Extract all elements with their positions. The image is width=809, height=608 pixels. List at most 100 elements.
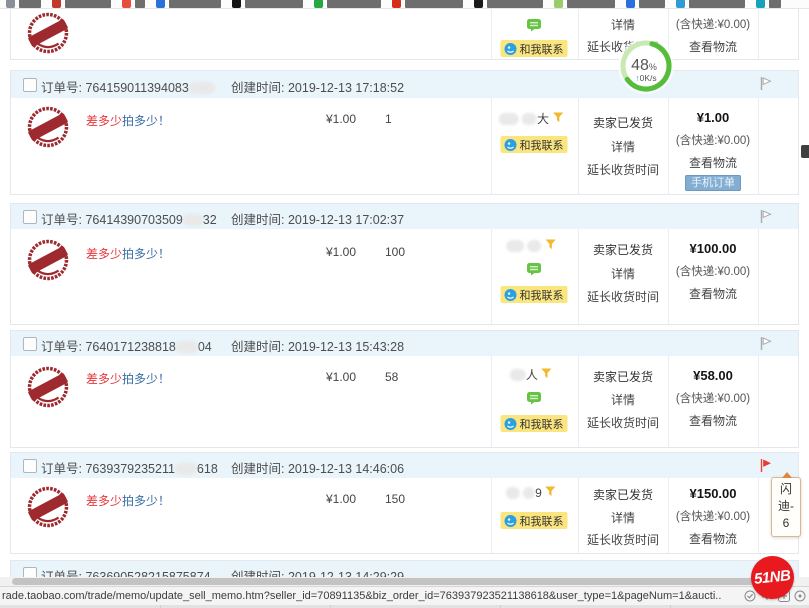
- created-label: 创建时间:: [231, 213, 284, 227]
- order-checkbox[interactable]: [23, 210, 37, 224]
- buyer-name[interactable]: 人: [510, 366, 552, 383]
- progress-percent: 48: [631, 57, 649, 74]
- extend-receipt-link[interactable]: 延长收货时间: [587, 414, 659, 431]
- bookmark-item[interactable]: [52, 0, 111, 9]
- contact-seller-button[interactable]: 和我联系: [501, 286, 568, 304]
- bookmark-item[interactable]: [314, 0, 381, 9]
- product-title[interactable]: 差多少拍多少！: [86, 492, 170, 509]
- chat-icon[interactable]: [526, 262, 542, 279]
- wangwang-icon: [505, 43, 517, 55]
- bookmark-favicon: [156, 0, 165, 8]
- bookmark-favicon: [554, 0, 563, 8]
- order-details-link[interactable]: 详情: [611, 265, 635, 282]
- product-title[interactable]: 差多少拍多少！: [86, 370, 170, 387]
- contact-label: 和我联系: [520, 416, 564, 432]
- contact-seller-button[interactable]: 和我联系: [501, 512, 568, 530]
- redacted-text: [183, 214, 203, 226]
- column-divider: [578, 8, 579, 59]
- bookmarks-bar[interactable]: [0, 0, 809, 9]
- mobile-order-badge: 手机订单: [685, 174, 741, 190]
- bookmark-item[interactable]: [474, 0, 543, 9]
- quantity: 58: [385, 370, 398, 384]
- security-check-icon[interactable]: [744, 590, 756, 605]
- redacted-text: [499, 113, 519, 125]
- percent-sign: %: [649, 62, 657, 72]
- extend-receipt-link[interactable]: 延长收货时间: [587, 161, 659, 178]
- chat-icon[interactable]: [526, 18, 542, 35]
- contact-seller-button[interactable]: 和我联系: [501, 415, 568, 433]
- bookmark-item[interactable]: [676, 0, 745, 9]
- view-logistics-link[interactable]: 查看物流: [689, 285, 737, 302]
- redacted-text: [523, 487, 535, 499]
- bookmark-item[interactable]: [232, 0, 303, 9]
- product-image[interactable]: [26, 484, 70, 533]
- bookmark-item[interactable]: [554, 0, 615, 9]
- bookmark-favicon: [392, 0, 401, 8]
- download-progress-overlay[interactable]: 48% ↑0K/s: [613, 33, 679, 102]
- order-no-label: 订单号:: [41, 462, 82, 476]
- 51nb-logo[interactable]: 51NB: [751, 556, 794, 599]
- filter-icon[interactable]: [552, 112, 563, 123]
- filter-icon[interactable]: [545, 486, 556, 497]
- flag-icon[interactable]: [759, 336, 772, 354]
- contact-seller-button[interactable]: 和我联系: [501, 40, 568, 58]
- bookmark-favicon: [6, 0, 15, 8]
- extend-receipt-link[interactable]: 延长收货时间: [587, 531, 659, 548]
- buyer-name[interactable]: 9: [506, 486, 556, 500]
- memo-tooltip: 闪 迪- 6: [771, 477, 801, 537]
- order-details-link[interactable]: 详情: [611, 138, 635, 155]
- order-no-value: 764159011394083: [85, 81, 188, 95]
- bookmark-item[interactable]: [6, 0, 41, 9]
- column-divider: [668, 356, 669, 447]
- contact-seller-button[interactable]: 和我联系: [501, 136, 568, 154]
- view-logistics-link[interactable]: 查看物流: [689, 38, 737, 55]
- flag-icon[interactable]: [759, 76, 772, 94]
- column-divider: [758, 229, 759, 324]
- column-divider: [491, 356, 492, 447]
- product-image[interactable]: [26, 104, 70, 153]
- product-title[interactable]: 差多少拍多少！: [86, 245, 170, 262]
- bookmark-favicon: [232, 0, 241, 8]
- product-image[interactable]: [26, 237, 70, 286]
- horizontal-scrollbar-thumb[interactable]: [12, 578, 784, 585]
- title-highlight: 差多少: [86, 247, 122, 261]
- order-checkbox[interactable]: [23, 78, 37, 92]
- buyer-name-fragment: 人: [526, 368, 538, 382]
- buyer-name[interactable]: 大: [499, 110, 564, 127]
- view-logistics-link[interactable]: 查看物流: [689, 154, 737, 171]
- created-label: 创建时间:: [231, 462, 284, 476]
- order-card: 订单号: 7639379235211618 创建时间: 2019-12-13 1…: [10, 452, 799, 554]
- product-title[interactable]: 差多少拍多少！: [86, 112, 170, 129]
- bookmark-item[interactable]: [626, 0, 665, 9]
- flag-icon-red[interactable]: [759, 458, 772, 476]
- bookmark-item[interactable]: [122, 0, 145, 9]
- bookmark-item[interactable]: [756, 0, 781, 9]
- redacted-text: [506, 240, 524, 252]
- edge-panel-handle[interactable]: [801, 145, 809, 158]
- product-image[interactable]: [26, 10, 70, 59]
- column-divider: [758, 356, 759, 447]
- view-logistics-link[interactable]: 查看物流: [689, 530, 737, 547]
- flag-icon[interactable]: [759, 209, 772, 227]
- extend-receipt-link[interactable]: 延长收货时间: [587, 288, 659, 305]
- order-details-link[interactable]: 详情: [611, 509, 635, 526]
- order-details-link[interactable]: 详情: [611, 16, 635, 33]
- order-details-link[interactable]: 详情: [611, 391, 635, 408]
- order-no-label: 订单号:: [41, 213, 82, 227]
- filter-icon[interactable]: [541, 368, 552, 379]
- view-logistics-link[interactable]: 查看物流: [689, 412, 737, 429]
- title-rest: 拍多少！: [122, 372, 170, 386]
- bookmark-item[interactable]: [156, 0, 221, 9]
- column-divider: [491, 478, 492, 553]
- order-checkbox[interactable]: [23, 459, 37, 473]
- horizontal-scrollbar-track[interactable]: [0, 577, 809, 586]
- filter-icon[interactable]: [545, 239, 556, 250]
- buyer-name[interactable]: [506, 239, 556, 253]
- created-value: 2019-12-13 17:18:52: [288, 81, 404, 95]
- shipping-fee: (含快递:¥0.00): [676, 508, 750, 524]
- order-checkbox[interactable]: [23, 337, 37, 351]
- extension-icon[interactable]: [794, 590, 806, 605]
- bookmark-item[interactable]: [392, 0, 463, 9]
- chat-icon[interactable]: [526, 391, 542, 408]
- product-image[interactable]: [26, 364, 70, 413]
